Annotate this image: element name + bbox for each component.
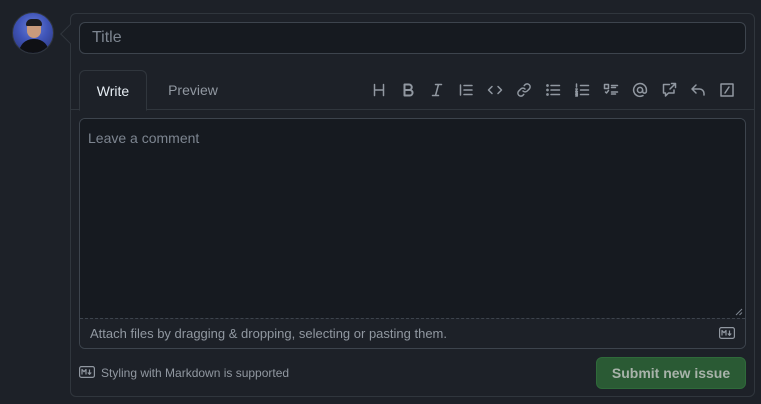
attach-files-text: Attach files by dragging & dropping, sel… [90,326,447,341]
saved-reply-icon[interactable] [683,78,712,102]
markdown-icon[interactable] [719,327,736,342]
resize-grip-icon[interactable] [734,307,743,316]
markdown-note-text: Styling with Markdown is supported [101,366,290,380]
avatar-hair [26,19,42,26]
italic-icon[interactable] [422,78,451,102]
code-icon[interactable] [480,78,509,102]
comment-editor: Attach files by dragging & dropping, sel… [79,118,746,349]
unordered-list-icon[interactable] [538,78,567,102]
comment-textarea[interactable] [80,119,745,318]
title-input[interactable] [79,22,746,54]
mention-icon[interactable] [625,78,654,102]
quote-icon[interactable] [451,78,480,102]
markdown-support-note[interactable]: Styling with Markdown is supported [79,364,289,382]
markdown-toolbar [364,78,741,102]
avatar-body [19,39,49,53]
slash-command-icon[interactable] [712,78,741,102]
heading-icon[interactable] [364,78,393,102]
user-avatar[interactable] [12,12,54,54]
tab-write[interactable]: Write [79,70,147,111]
link-icon[interactable] [509,78,538,102]
ordered-list-icon[interactable] [567,78,596,102]
task-list-icon[interactable] [596,78,625,102]
markdown-icon [79,365,96,381]
attach-files-bar[interactable]: Attach files by dragging & dropping, sel… [80,318,745,348]
submit-new-issue-button[interactable]: Submit new issue [596,357,746,389]
bold-icon[interactable] [393,78,422,102]
cross-reference-icon[interactable] [654,78,683,102]
tab-preview[interactable]: Preview [155,70,231,110]
